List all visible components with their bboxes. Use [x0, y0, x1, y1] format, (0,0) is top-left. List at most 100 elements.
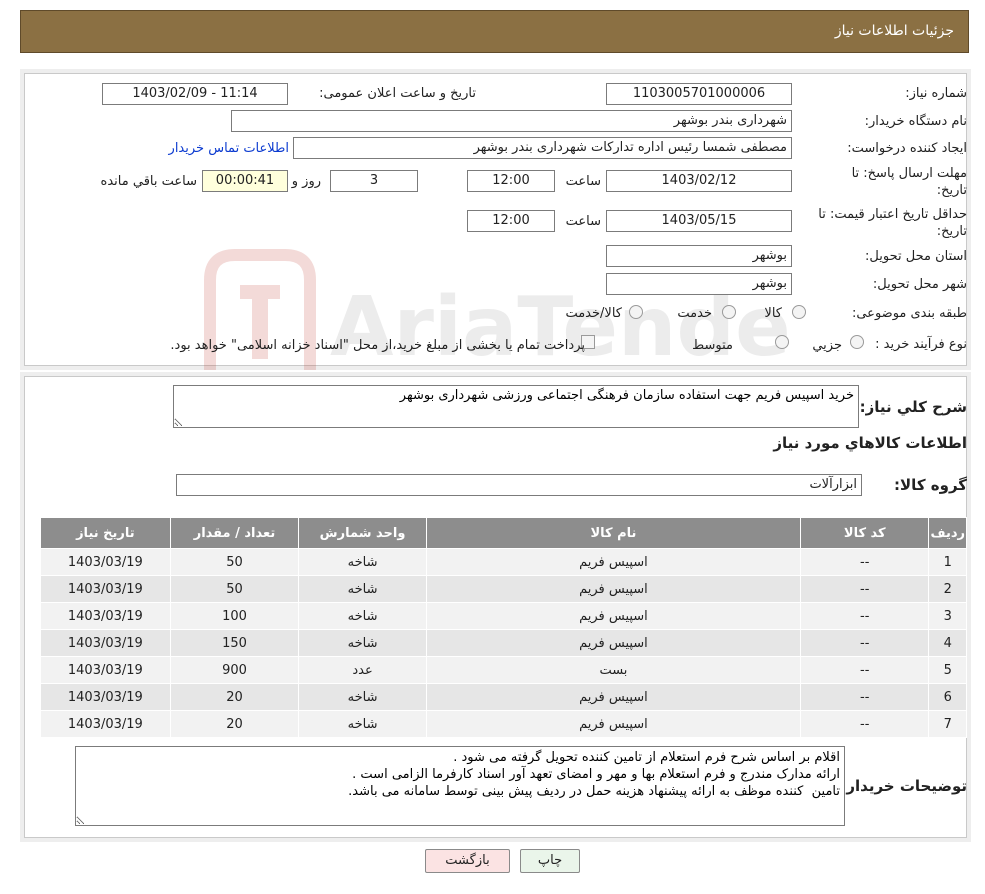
page-title: جزئیات اطلاعات نیاز [834, 23, 954, 39]
header-quantity: تعداد / مقدار [169, 517, 300, 549]
cell-item-code: -- [800, 629, 930, 657]
deadline-time-label: ساعت [565, 174, 601, 189]
cell-quantity: 20 [169, 683, 300, 711]
cell-quantity: 150 [169, 629, 300, 657]
cell-item-name: اسپیس فریم [425, 629, 802, 657]
process-radio-minor[interactable] [850, 335, 864, 349]
cell-need-date: 1403/03/19 [40, 629, 171, 657]
cell-row-number: 7 [928, 710, 967, 738]
table-row: 7 -- اسپیس فریم شاخه 20 1403/03/19 [40, 710, 967, 738]
process-label: نوع فرآیند خرید : [875, 337, 967, 352]
city-label: شهر محل تحویل: [872, 277, 967, 292]
cell-quantity: 50 [169, 575, 300, 603]
category-radio-goods-service[interactable] [629, 305, 643, 319]
process-option-minor: جزیي [812, 338, 842, 353]
table-row: 2 -- اسپیس فریم شاخه 50 1403/03/19 [40, 575, 967, 603]
cell-need-date: 1403/03/19 [40, 602, 171, 630]
category-option-goods: کالا [764, 306, 782, 321]
province-field: بوشهر [606, 245, 792, 267]
need-number-label: شماره نیاز: [905, 86, 967, 101]
process-radio-medium[interactable] [775, 335, 789, 349]
cell-item-name: اسپیس فریم [425, 575, 802, 603]
items-heading: اطلاعات کالاهاي مورد نیاز [773, 434, 967, 452]
cell-item-name: اسپیس فریم [425, 710, 802, 738]
cell-need-date: 1403/03/19 [40, 575, 171, 603]
cell-item-code: -- [800, 548, 930, 576]
cell-row-number: 4 [928, 629, 967, 657]
cell-unit: شاخه [298, 575, 427, 603]
table-row: 5 -- بست عدد 900 1403/03/19 [40, 656, 967, 684]
buyer-org-label: نام دستگاه خریدار: [864, 114, 967, 129]
deadline-label: مهلت ارسال پاسخ: تا [851, 166, 967, 181]
cell-unit: شاخه [298, 548, 427, 576]
deadline-time-field: 12:00 [467, 170, 555, 192]
cell-item-code: -- [800, 575, 930, 603]
remaining-time-field: 00:00:41 [202, 170, 288, 192]
back-button[interactable]: بازگشت [425, 849, 510, 873]
buyer-notes-textarea[interactable]: اقلام بر اساس شرح فرم استعلام از تامین ک… [75, 746, 845, 826]
category-option-goods-service: کالا/خدمت [565, 306, 622, 321]
province-label: استان محل تحویل: [865, 249, 967, 264]
cell-need-date: 1403/03/19 [40, 548, 171, 576]
process-note: پرداخت تمام یا بخشی از مبلغ خرید،از محل … [170, 338, 585, 353]
validity-time-label: ساعت [565, 214, 601, 229]
cell-row-number: 6 [928, 683, 967, 711]
days-label: روز و [291, 174, 321, 189]
table-row: 6 -- اسپیس فریم شاخه 20 1403/03/19 [40, 683, 967, 711]
summary-textarea[interactable]: خرید اسپیس فریم جهت استفاده سازمان فرهنگ… [173, 385, 859, 428]
buyer-notes-label: توضیحات خریدار: [840, 777, 967, 795]
creator-field: مصطفی شمسا رئیس اداره تدارکات شهرداری بن… [293, 137, 792, 159]
cell-unit: شاخه [298, 602, 427, 630]
table-header-row: ردیف کد کالا نام کالا واحد شمارش تعداد /… [40, 517, 967, 549]
cell-need-date: 1403/03/19 [40, 656, 171, 684]
cell-need-date: 1403/03/19 [40, 710, 171, 738]
cell-item-code: -- [800, 602, 930, 630]
cell-quantity: 20 [169, 710, 300, 738]
category-radio-service[interactable] [722, 305, 736, 319]
cell-item-code: -- [800, 710, 930, 738]
cell-unit: شاخه [298, 710, 427, 738]
announce-field: 1403/02/09 - 11:14 [102, 83, 288, 105]
cell-row-number: 3 [928, 602, 967, 630]
summary-label: شرح کلي نیاز: [859, 398, 967, 416]
city-field: بوشهر [606, 273, 792, 295]
page-header: جزئیات اطلاعات نیاز [20, 10, 969, 53]
table-row: 4 -- اسپیس فریم شاخه 150 1403/03/19 [40, 629, 967, 657]
cell-row-number: 1 [928, 548, 967, 576]
header-row-number: ردیف [928, 517, 967, 549]
creator-label: ایجاد کننده درخواست: [847, 141, 967, 156]
table-row: 1 -- اسپیس فریم شاخه 50 1403/03/19 [40, 548, 967, 576]
need-number-field: 1103005701000006 [606, 83, 792, 105]
cell-quantity: 900 [169, 656, 300, 684]
process-option-medium: متوسط [692, 338, 733, 353]
days-field: 3 [330, 170, 418, 192]
remaining-label: ساعت باقي مانده [100, 174, 197, 189]
category-label: طبقه بندی موضوعی: [851, 306, 967, 321]
cell-unit: شاخه [298, 629, 427, 657]
buyer-org-field: شهرداری بندر بوشهر [231, 110, 792, 132]
cell-item-name: اسپیس فریم [425, 683, 802, 711]
cell-need-date: 1403/03/19 [40, 683, 171, 711]
cell-item-name: بست [425, 656, 802, 684]
validity-label-date: تاریخ: [936, 224, 967, 239]
category-option-service: خدمت [677, 306, 712, 321]
buyer-contact-link[interactable]: اطلاعات تماس خریدار [169, 141, 289, 156]
cell-item-code: -- [800, 656, 930, 684]
cell-quantity: 100 [169, 602, 300, 630]
cell-item-name: اسپیس فریم [425, 548, 802, 576]
validity-date-field: 1403/05/15 [606, 210, 792, 232]
header-item-name: نام کالا [425, 517, 802, 549]
cell-row-number: 5 [928, 656, 967, 684]
cell-item-code: -- [800, 683, 930, 711]
cell-row-number: 2 [928, 575, 967, 603]
validity-time-field: 12:00 [467, 210, 555, 232]
header-item-code: کد کالا [800, 517, 930, 549]
category-radio-goods[interactable] [792, 305, 806, 319]
print-button[interactable]: چاپ [520, 849, 580, 873]
header-need-date: تاریخ نیاز [40, 517, 171, 549]
announce-label: تاریخ و ساعت اعلان عمومی: [319, 86, 476, 101]
cell-unit: شاخه [298, 683, 427, 711]
table-row: 3 -- اسپیس فریم شاخه 100 1403/03/19 [40, 602, 967, 630]
cell-unit: عدد [298, 656, 427, 684]
cell-item-name: اسپیس فریم [425, 602, 802, 630]
